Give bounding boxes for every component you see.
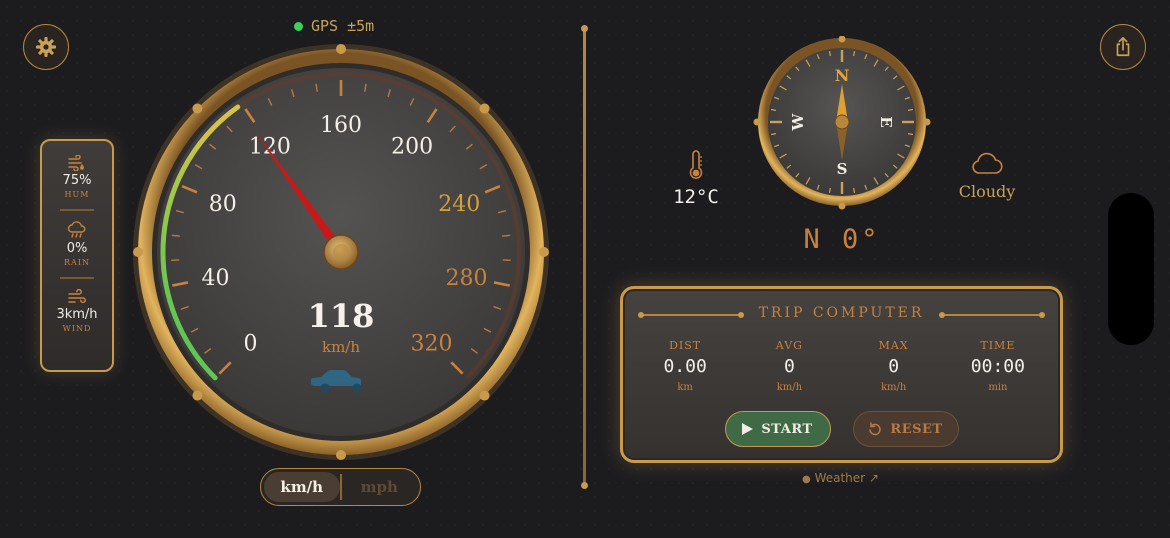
stat-dist: DIST 0.00 km <box>633 339 737 393</box>
humidity-item: 75% HUM <box>42 155 112 199</box>
humidity-value: 75% <box>62 173 92 188</box>
start-label: START <box>761 421 813 437</box>
speed-unit-label: km/h <box>322 338 360 356</box>
trip-title: TRIP COMPUTER <box>758 305 925 321</box>
panel-divider <box>60 209 94 211</box>
stat-value: 0.00 <box>663 356 707 377</box>
bezel-rivet <box>539 247 549 257</box>
stat-value: 0 <box>888 356 900 377</box>
reset-button[interactable]: RESET <box>852 411 959 447</box>
compass-tick <box>770 133 777 136</box>
unit-option-kmh[interactable]: km/h <box>264 472 340 502</box>
humidity-label: HUM <box>64 190 90 199</box>
play-icon <box>742 423 754 435</box>
speed-tick-label: 200 <box>391 135 433 160</box>
weather-credit-link[interactable]: ● Weather ↗ <box>802 471 879 485</box>
compass-tick <box>828 50 831 57</box>
speed-tick-label: 320 <box>411 332 453 357</box>
compass-n: N <box>835 66 850 85</box>
gps-indicator-dot <box>294 21 303 31</box>
bezel-rivet <box>336 450 346 460</box>
trip-stats: DIST 0.00 km AVG 0 km/h MAX 0 km/h TIME … <box>633 339 1050 393</box>
trip-computer: TRIP COMPUTER DIST 0.00 km AVG 0 km/h MA… <box>620 286 1063 463</box>
settings-button[interactable] <box>23 24 69 70</box>
bezel-rivet <box>336 44 346 54</box>
stat-max: MAX 0 km/h <box>842 339 946 393</box>
gps-status: GPS ±5m <box>294 17 374 35</box>
speed-tick-label: 40 <box>201 266 229 291</box>
speedometer-gauge: 0 40 80 120 160 200 240 280 320 118 km/h <box>133 44 549 460</box>
stat-avg: AVG 0 km/h <box>737 339 841 393</box>
rain-cloud-icon <box>67 221 86 238</box>
bezel-rivet <box>479 390 490 401</box>
share-button[interactable] <box>1100 24 1146 70</box>
compass-tick <box>907 133 914 136</box>
speed-readout: 118 <box>308 297 375 335</box>
bezel-rivet <box>192 390 203 401</box>
stat-unit: km/h <box>776 382 803 393</box>
section-divider <box>581 25 588 489</box>
wind-label: WIND <box>62 324 92 333</box>
compass-s: S <box>837 160 848 178</box>
compass-tick <box>770 108 777 111</box>
stat-time: TIME 00:00 min <box>946 339 1050 393</box>
temperature: 12°C <box>660 150 732 208</box>
stat-label: AVG <box>775 339 803 352</box>
wind-value: 3km/h <box>56 307 98 322</box>
stat-label: DIST <box>669 339 702 352</box>
panel-divider <box>60 277 94 279</box>
stat-unit: min <box>988 382 1008 393</box>
humidity-icon <box>68 155 84 171</box>
weather-panel: 75% HUM 0% RAIN 3km/h WIND <box>40 139 114 372</box>
stat-value: 00:00 <box>970 356 1025 377</box>
speed-tick-label: 80 <box>209 192 237 217</box>
condition-value: Cloudy <box>958 182 1016 201</box>
cloud-icon <box>972 152 1003 174</box>
speed-tick-label: 0 <box>243 332 257 357</box>
bezel-rivet <box>479 103 490 114</box>
unit-toggle[interactable]: km/h mph <box>260 468 421 506</box>
compass-tick <box>828 187 831 194</box>
compass-tick <box>853 50 856 57</box>
wind-icon <box>68 289 86 304</box>
speed-tick-label: 240 <box>438 192 480 217</box>
thermometer-icon <box>689 150 703 179</box>
minor-tick <box>502 234 511 237</box>
speed-tick-label: 280 <box>446 266 488 291</box>
compass: N E S W <box>753 36 931 210</box>
wind-item: 3km/h WIND <box>42 289 112 333</box>
apple-logo-icon: ● <box>802 474 811 485</box>
rain-item: 0% RAIN <box>42 221 112 267</box>
weather-condition: Cloudy <box>952 152 1022 201</box>
minor-tick <box>171 234 180 237</box>
reset-icon <box>869 422 882 436</box>
gear-icon <box>36 37 56 57</box>
start-button[interactable]: START <box>724 411 831 447</box>
stat-value: 0 <box>783 356 795 377</box>
bezel-rivet <box>133 247 143 257</box>
stat-label: MAX <box>878 339 909 352</box>
unit-option-mph[interactable]: mph <box>342 472 418 502</box>
stat-label: TIME <box>980 339 1016 352</box>
share-icon <box>1116 37 1130 57</box>
temperature-value: 12°C <box>673 186 719 208</box>
bezel-rivet <box>192 103 203 114</box>
rain-label: RAIN <box>64 258 90 267</box>
speed-tick-label: 120 <box>249 135 291 160</box>
compass-tick <box>853 187 856 194</box>
rain-value: 0% <box>66 241 88 256</box>
device-camera-cutout <box>1108 193 1154 345</box>
stat-unit: km <box>677 382 693 393</box>
compass-e: E <box>877 116 895 127</box>
credit-label: Weather ↗ <box>814 471 879 485</box>
heading-readout: N 0° <box>803 224 881 255</box>
reset-label: RESET <box>890 421 943 437</box>
speed-tick-label: 160 <box>320 113 362 138</box>
compass-tick <box>907 108 914 111</box>
compass-w: W <box>789 112 807 131</box>
gps-label: GPS ±5m <box>311 17 375 35</box>
stat-unit: km/h <box>880 382 907 393</box>
